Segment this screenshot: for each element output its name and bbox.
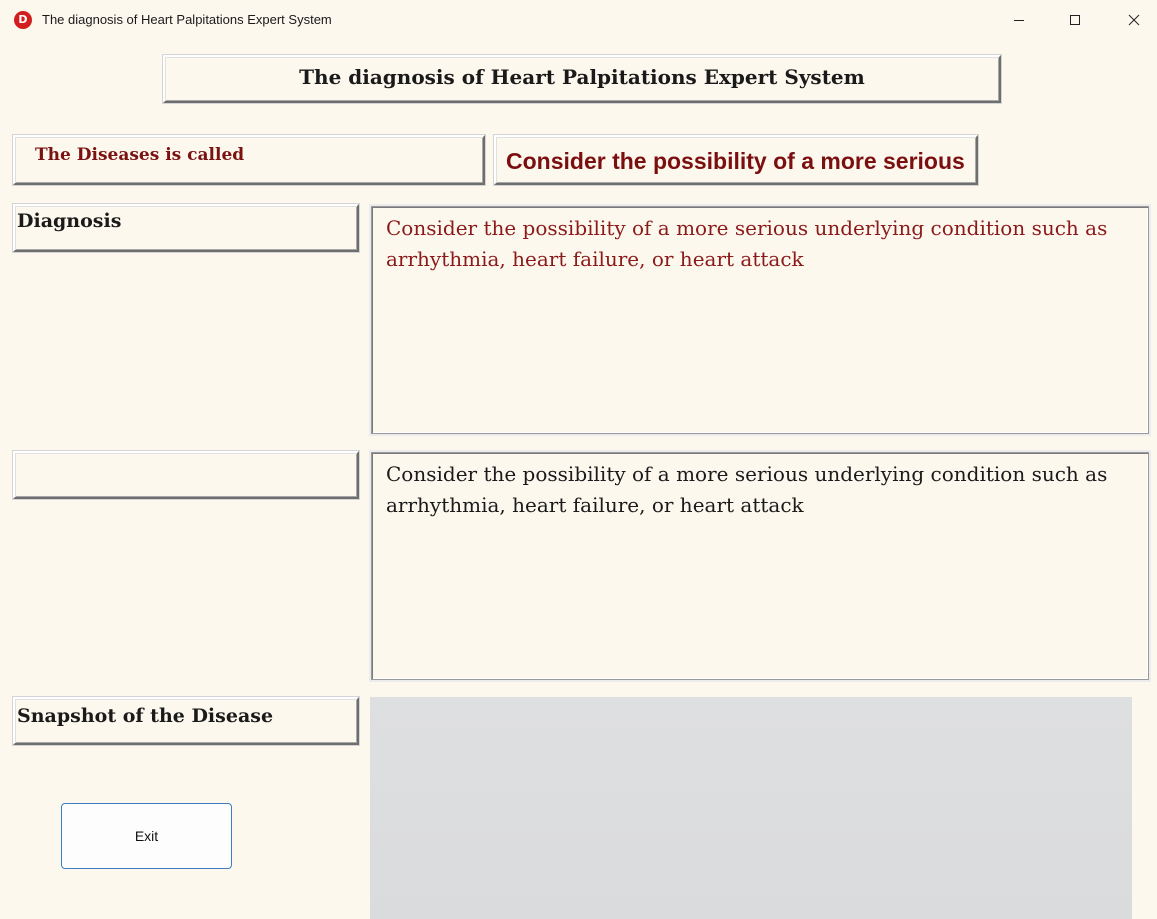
- snapshot-label: Snapshot of the Disease: [13, 697, 359, 745]
- minimize-button[interactable]: [996, 0, 1042, 40]
- disease-label: The Diseases is called: [13, 135, 485, 185]
- disease-name-field: Consider the possibility of a more serio…: [494, 135, 978, 185]
- diagnosis-text-box[interactable]: Consider the possibility of a more serio…: [371, 206, 1149, 434]
- close-button[interactable]: [1111, 0, 1157, 40]
- maximize-button[interactable]: [1052, 0, 1098, 40]
- exit-button[interactable]: Exit: [61, 803, 232, 869]
- minimize-icon: [1014, 20, 1024, 21]
- diagnosis-label: Diagnosis: [13, 204, 359, 252]
- maximize-icon: [1070, 15, 1080, 25]
- secondary-text-box[interactable]: Consider the possibility of a more serio…: [371, 452, 1149, 680]
- title-bar: D The diagnosis of Heart Palpitations Ex…: [0, 0, 1157, 40]
- secondary-label: [13, 451, 359, 499]
- window-title: The diagnosis of Heart Palpitations Expe…: [42, 12, 332, 27]
- page-title: The diagnosis of Heart Palpitations Expe…: [163, 55, 1001, 103]
- disease-snapshot-image: [370, 697, 1132, 919]
- close-icon: [1128, 14, 1140, 26]
- app-logo-icon: D: [14, 11, 32, 29]
